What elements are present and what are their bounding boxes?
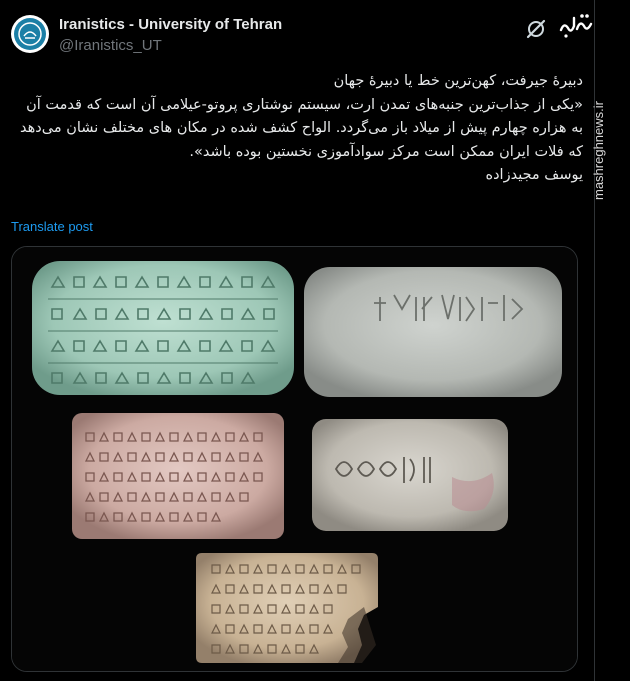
university-seal-icon (14, 18, 46, 50)
post-text: دبیرهٔ جیرفت، کهن‌ترین خط یا دبیرهٔ جهان… (11, 70, 583, 188)
tablet-teal (32, 261, 294, 395)
mashregh-logo (558, 8, 594, 42)
tablet-pink (72, 413, 284, 539)
grok-icon[interactable] (525, 18, 547, 40)
tablet-bone (312, 419, 508, 531)
post-media-image[interactable] (11, 246, 578, 672)
account-handle[interactable]: @Iranistics_UT (59, 37, 162, 54)
post-author-line: یوسف مجیدزاده (485, 167, 584, 183)
post-body-line: «یکی از جذاب‌ترین جنبه‌های تمدن ارت، سیس… (20, 96, 583, 160)
display-name[interactable]: Iranistics - University of Tehran (59, 16, 282, 33)
tablet-grey (304, 267, 562, 397)
avatar[interactable] (11, 15, 49, 53)
tablet-tan (196, 553, 378, 663)
post-title-line: دبیرهٔ جیرفت، کهن‌ترین خط یا دبیرهٔ جهان (333, 73, 583, 89)
mashreghnews-watermark: mashreghnews.ir (591, 101, 606, 200)
translate-post-link[interactable]: Translate post (11, 219, 93, 234)
post: Iranistics - University of Tehran @Irani… (0, 0, 594, 681)
